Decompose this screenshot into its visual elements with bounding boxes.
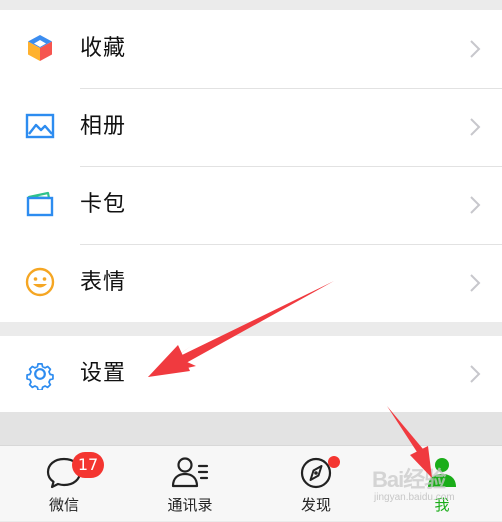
album-picture-icon <box>25 113 55 139</box>
tab-discover[interactable]: 发现 <box>266 446 366 522</box>
tab-contacts[interactable]: 通讯录 <box>140 446 240 522</box>
menu-item-settings[interactable]: 设置 <box>0 336 502 412</box>
tab-label: 我 <box>434 496 450 514</box>
favorites-cube-icon <box>28 35 52 61</box>
menu-item-label: 收藏 <box>80 36 127 61</box>
bottom-tab-bar: 微信 17 通讯录 发现 我 <box>0 445 502 521</box>
tab-label: 微信 <box>48 496 79 514</box>
top-spacer <box>0 0 502 10</box>
tab-label: 发现 <box>300 496 331 514</box>
gear-icon <box>26 363 54 390</box>
menu-item-card-wallet[interactable]: 卡包 <box>0 166 502 244</box>
sticker-smiley-icon <box>25 267 55 297</box>
menu-item-label: 相册 <box>80 114 127 139</box>
menu-item-label: 卡包 <box>80 192 127 217</box>
content-bottom-spacer <box>0 412 502 445</box>
unread-count-badge: 17 <box>72 452 104 478</box>
new-activity-dot <box>328 456 340 468</box>
menu-section-main: 收藏 相册 卡包 表情 <box>0 10 502 322</box>
chevron-right-icon <box>470 274 481 292</box>
menu-item-stickers[interactable]: 表情 <box>0 244 502 322</box>
tab-me[interactable]: 我 <box>392 446 492 522</box>
tab-label: 通讯录 <box>167 496 213 514</box>
menu-item-label: 表情 <box>80 270 127 295</box>
chevron-right-icon <box>470 365 481 383</box>
chevron-right-icon <box>470 118 481 136</box>
menu-item-album[interactable]: 相册 <box>0 88 502 166</box>
settings-label: 设置 <box>80 361 127 386</box>
chevron-right-icon <box>470 40 481 58</box>
me-person-icon <box>428 458 456 487</box>
contacts-icon <box>171 457 209 488</box>
chevron-right-icon <box>470 196 481 214</box>
menu-section-settings: 设置 <box>0 336 502 412</box>
card-wallet-icon <box>26 191 54 217</box>
menu-item-favorites[interactable]: 收藏 <box>0 10 502 88</box>
